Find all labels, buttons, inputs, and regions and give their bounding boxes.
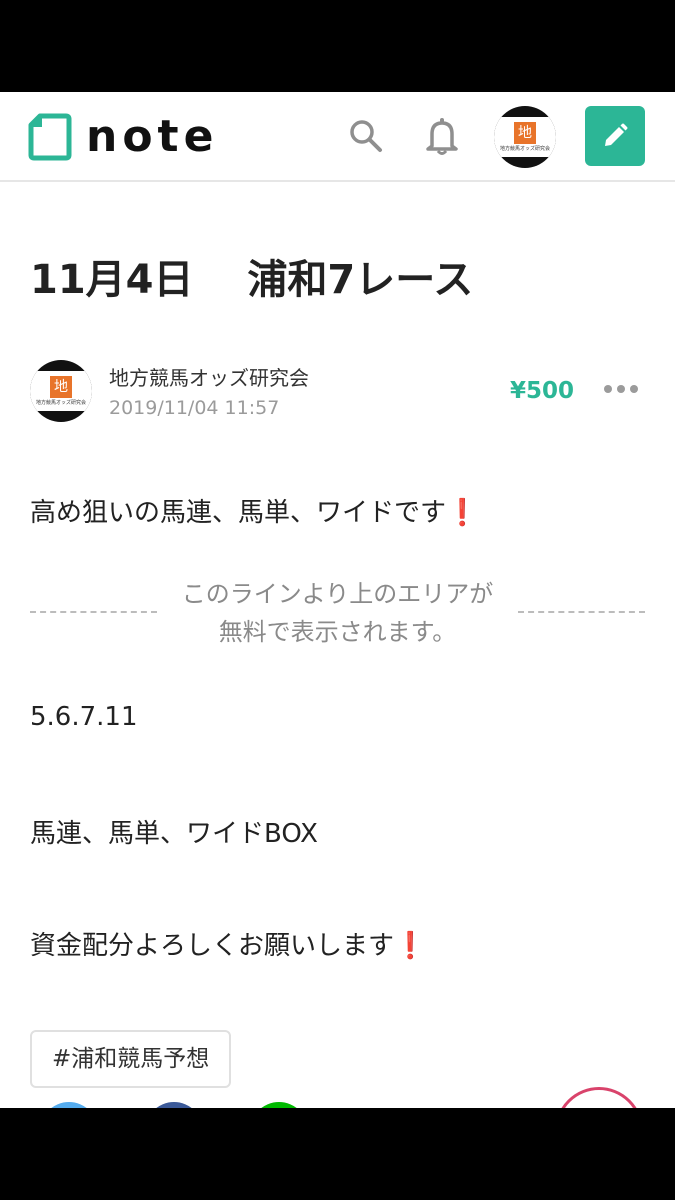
write-post-button[interactable] (585, 106, 645, 166)
note-logo-icon (28, 113, 72, 161)
bet-types: 馬連、馬単、ワイドBOX (30, 819, 318, 849)
exclamation-icon: ❗ (394, 931, 427, 961)
header: note 地 地方競馬オッズ研究会 (0, 92, 675, 182)
free-area-notice: このラインより上のエリアが 無料で表示されます。 (160, 575, 515, 651)
free-notice-line1: このラインより上のエリアが (181, 580, 494, 608)
status-bar-area (0, 0, 675, 92)
author-avatar[interactable]: 地 地方競馬オッズ研究会 (30, 360, 92, 422)
user-avatar[interactable]: 地 地方競馬オッズ研究会 (494, 106, 556, 168)
navigation-bar-area (0, 1108, 675, 1200)
avatar-badge: 地 (514, 122, 536, 144)
note-logo[interactable]: note (28, 112, 218, 162)
horse-numbers: 5.6.7.11 (30, 702, 138, 732)
closing-line: 資金配分よろしくお願いします❗ (30, 925, 426, 962)
author-avatar-image: 地 地方競馬オッズ研究会 (30, 371, 92, 411)
avatar-caption: 地方競馬オッズ研究会 (499, 146, 550, 152)
note-article-page: note 地 地方競馬オッズ研究会 11月4日 浦和7レース 地 地方競馬オッズ… (0, 92, 675, 1108)
logo-text: note (86, 111, 219, 162)
like-button[interactable] (555, 1087, 643, 1108)
more-options-icon[interactable] (604, 374, 638, 404)
author-name[interactable]: 地方競馬オッズ研究会 (109, 362, 309, 391)
intro-text: 高め狙いの馬連、馬単、ワイドです (30, 498, 447, 528)
hashtag-chip[interactable]: #浦和競馬予想 (30, 1030, 232, 1088)
closing-text: 資金配分よろしくお願いします (30, 931, 395, 961)
post-date: 2019/11/04 11:57 (109, 397, 280, 419)
author-avatar-badge: 地 (50, 376, 72, 398)
price-label: ¥500 (510, 378, 575, 404)
avatar-image: 地 地方競馬オッズ研究会 (494, 117, 556, 157)
article-intro: 高め狙いの馬連、馬単、ワイドです❗ (30, 492, 478, 529)
bell-icon[interactable] (422, 116, 462, 156)
exclamation-icon: ❗ (446, 498, 479, 528)
free-notice-line2: 無料で表示されます。 (218, 618, 457, 646)
author-avatar-caption: 地方競馬オッズ研究会 (35, 400, 86, 406)
search-icon[interactable] (346, 116, 386, 156)
article-title: 11月4日 浦和7レース (30, 257, 474, 303)
pencil-icon (605, 123, 628, 146)
free-area-divider-left (30, 611, 157, 613)
free-area-divider-right (518, 611, 645, 613)
